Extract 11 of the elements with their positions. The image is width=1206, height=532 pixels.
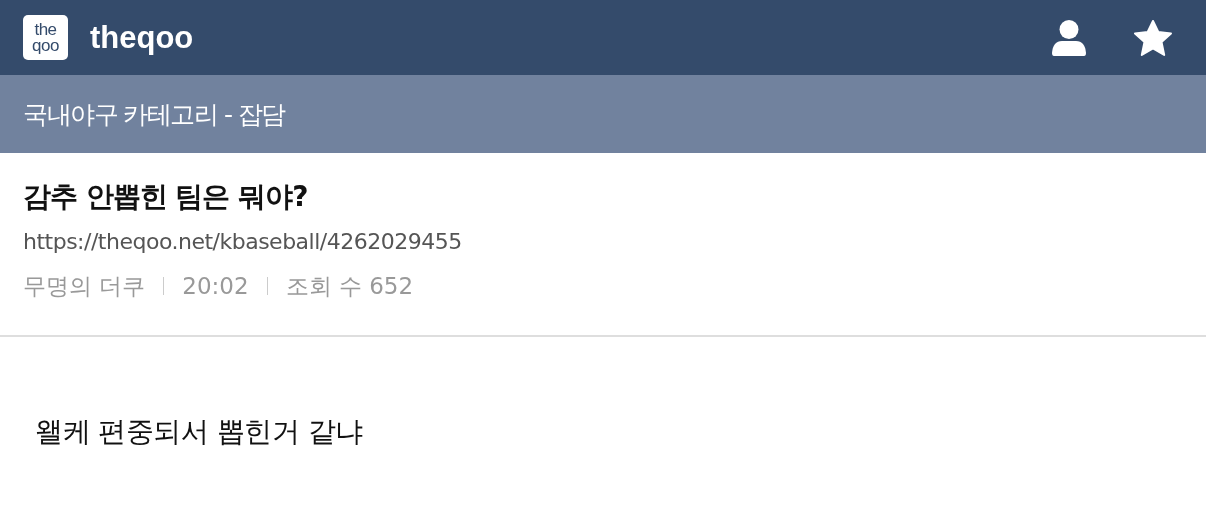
post-title: 감추 안뽑힌 팀은 뭐야?: [23, 179, 309, 215]
category-title[interactable]: 국내야구 카테고리 - 잡담: [23, 97, 285, 131]
user-icon[interactable]: [1052, 19, 1086, 56]
post-body-text: 왤케 편중되서 뽑힌거 같냐: [35, 414, 364, 450]
post-url[interactable]: https://theqoo.net/kbaseball/4262029455: [23, 227, 1183, 257]
post-meta: 무명의 더쿠: [23, 272, 146, 301]
post-meta: 20:02: [182, 272, 249, 301]
site-name[interactable]: theqoo: [90, 19, 194, 56]
post-meta: 조회 수 652: [285, 272, 414, 301]
star-icon[interactable]: [1134, 19, 1172, 56]
site-logo[interactable]: the qoo: [23, 15, 68, 60]
